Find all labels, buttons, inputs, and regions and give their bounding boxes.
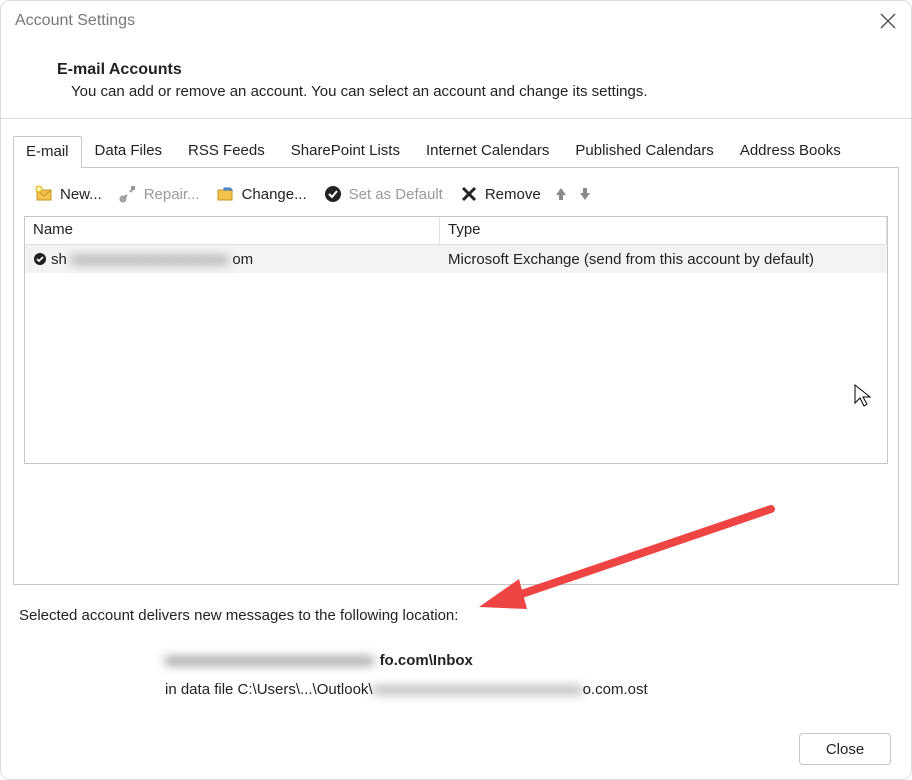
checkmark-circle-icon [323, 184, 343, 204]
change-button-label: Change... [242, 186, 307, 203]
window-title: Account Settings [15, 12, 135, 30]
titlebar: Account Settings [1, 1, 911, 37]
delivery-section: Selected account delivers new messages t… [1, 585, 911, 698]
new-mail-icon [34, 184, 54, 204]
toolbar: New... Repair... Change... Set as Defaul… [24, 182, 888, 216]
cell-account-name: sh xxxxxxxxxxxxxxxxxxxxx om [25, 248, 440, 271]
change-button[interactable]: Change... [212, 182, 311, 206]
delivery-path-prefix: in data file C:\Users\...\Outlook\ [165, 681, 373, 698]
tab-sharepoint-lists[interactable]: SharePoint Lists [278, 135, 413, 167]
default-account-icon [33, 252, 47, 266]
table-header: Name Type [25, 217, 887, 245]
table-row[interactable]: sh xxxxxxxxxxxxxxxxxxxxx om Microsoft Ex… [25, 245, 887, 273]
set-default-button[interactable]: Set as Default [319, 182, 447, 206]
tab-rss-feeds[interactable]: RSS Feeds [175, 135, 278, 167]
footer: Close [799, 733, 891, 765]
tab-data-files[interactable]: Data Files [82, 135, 176, 167]
move-up-icon[interactable] [553, 186, 569, 202]
repair-button-label: Repair... [144, 186, 200, 203]
column-type[interactable]: Type [440, 217, 887, 244]
account-name-prefix: sh [51, 251, 67, 268]
account-name-redacted: xxxxxxxxxxxxxxxxxxxxx [71, 251, 229, 268]
delivery-path: in data file C:\Users\...\Outlook\xxxxxx… [19, 669, 893, 698]
header-subtitle: You can add or remove an account. You ca… [57, 83, 903, 100]
tab-address-books[interactable]: Address Books [727, 135, 854, 167]
delivery-location: xxxxxxxxxxxxxxxxxxxxxxxxx fo.com\Inbox [19, 652, 893, 669]
change-folder-icon [216, 184, 236, 204]
column-name[interactable]: Name [25, 217, 440, 244]
account-name-suffix: om [232, 251, 253, 268]
set-default-button-label: Set as Default [349, 186, 443, 203]
header: E-mail Accounts You can add or remove an… [1, 37, 911, 119]
close-icon[interactable] [879, 12, 897, 30]
delivery-location-redacted: xxxxxxxxxxxxxxxxxxxxxxxxx [165, 652, 374, 669]
new-button[interactable]: New... [30, 182, 106, 206]
close-button[interactable]: Close [799, 733, 891, 765]
remove-button[interactable]: Remove [455, 182, 545, 206]
tab-internet-calendars[interactable]: Internet Calendars [413, 135, 562, 167]
email-panel: New... Repair... Change... Set as Defaul… [13, 167, 899, 585]
repair-tools-icon [118, 184, 138, 204]
accounts-table: Name Type sh xxxxxxxxxxxxxxxxxxxxx om Mi… [24, 216, 888, 464]
delivery-path-suffix: o.com.ost [583, 681, 648, 698]
delivery-location-suffix: fo.com\Inbox [380, 652, 473, 669]
cell-account-type: Microsoft Exchange (send from this accou… [440, 248, 887, 271]
account-settings-window: Account Settings E-mail Accounts You can… [0, 0, 912, 780]
delivery-path-redacted: xxxxxxxxxxxxxxxxxxxxxxxxxxxx [373, 681, 583, 698]
repair-button[interactable]: Repair... [114, 182, 204, 206]
delivery-intro: Selected account delivers new messages t… [19, 607, 893, 624]
tab-email[interactable]: E-mail [13, 136, 82, 168]
header-title: E-mail Accounts [57, 61, 903, 79]
move-down-icon[interactable] [577, 186, 593, 202]
tab-published-calendars[interactable]: Published Calendars [562, 135, 726, 167]
remove-button-label: Remove [485, 186, 541, 203]
tabstrip: E-mail Data Files RSS Feeds SharePoint L… [1, 119, 911, 167]
remove-x-icon [459, 184, 479, 204]
new-button-label: New... [60, 186, 102, 203]
